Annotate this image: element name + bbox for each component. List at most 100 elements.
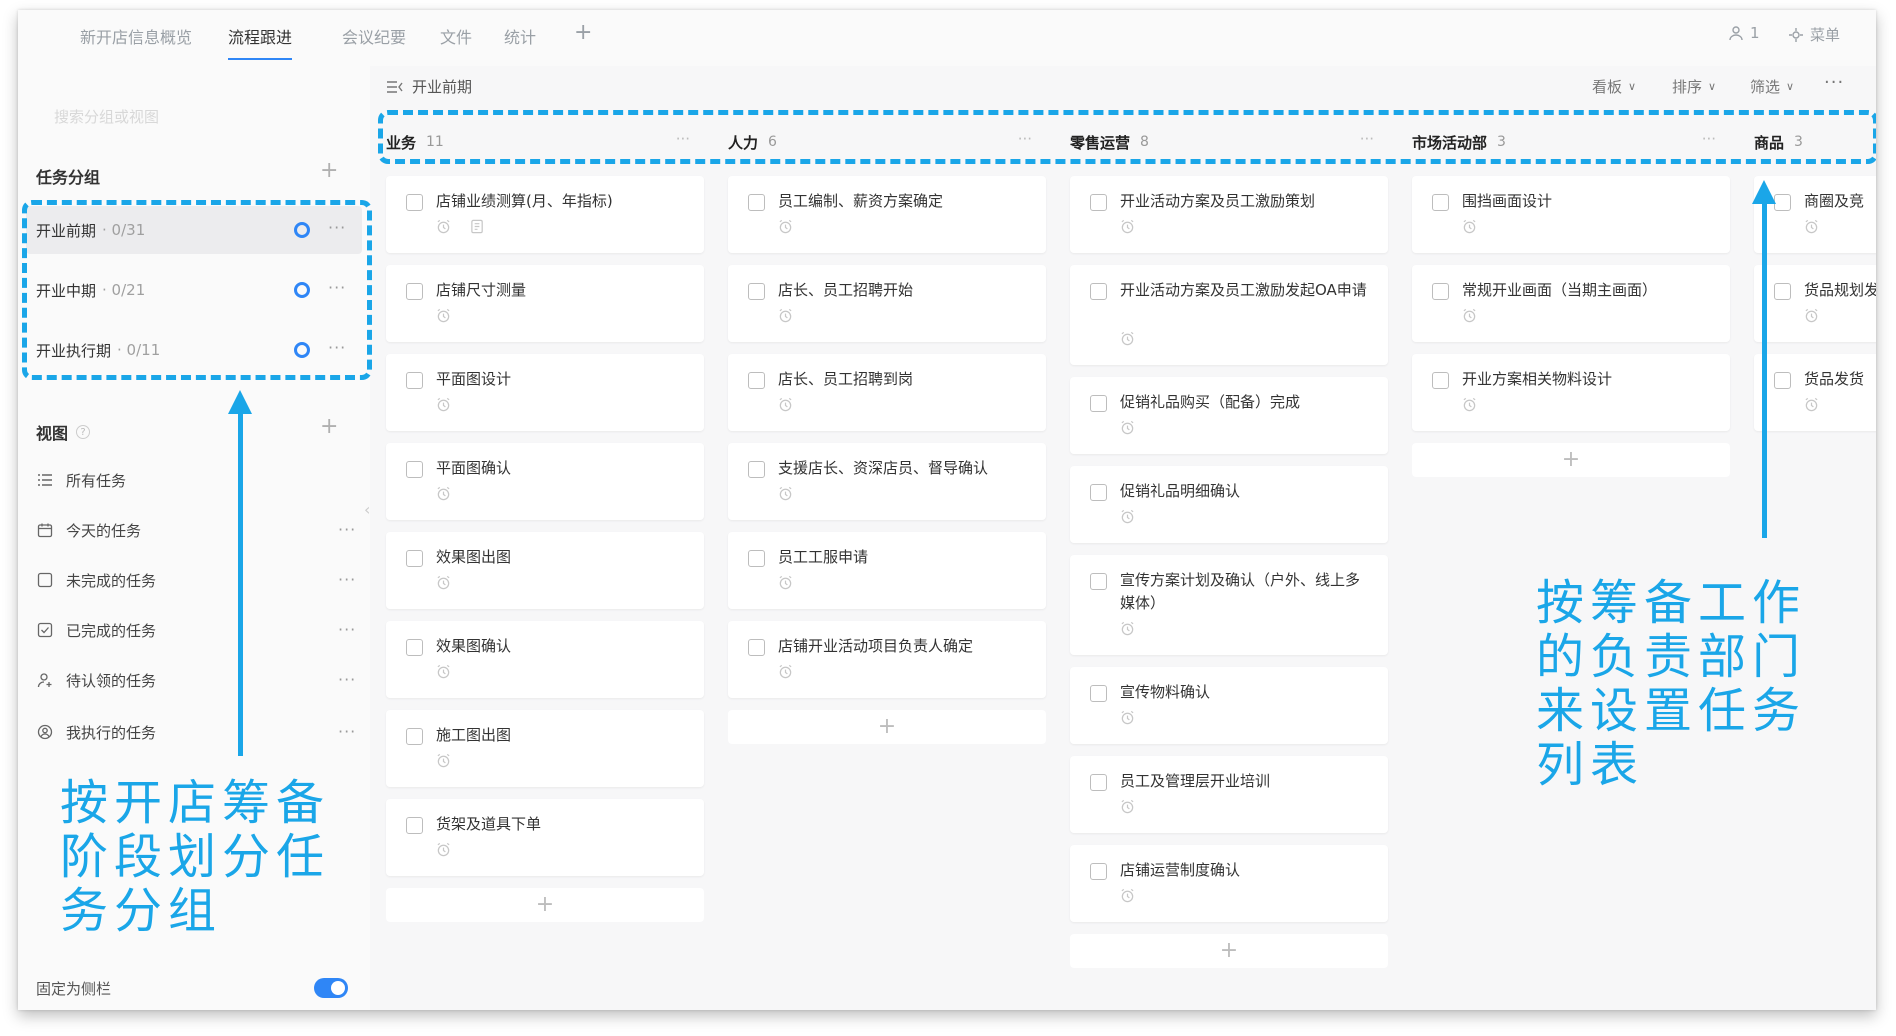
task-card[interactable]: 开业活动方案及员工激励发起OA申请 — [1070, 265, 1388, 365]
sidebar-toggle-icon[interactable] — [386, 80, 404, 94]
task-checkbox[interactable] — [748, 283, 765, 300]
task-checkbox[interactable] — [406, 817, 423, 834]
view-my-tasks[interactable]: 我执行的任务 ··· — [36, 712, 366, 752]
add-view-button[interactable]: + — [320, 414, 338, 439]
task-title: 宣传方案计划及确认（户外、线上多媒体） — [1120, 571, 1361, 612]
task-card[interactable]: 效果图确认 — [386, 621, 704, 698]
task-checkbox[interactable] — [406, 283, 423, 300]
view-all-tasks[interactable]: 所有任务 — [36, 460, 366, 500]
task-card[interactable]: 宣传物料确认 — [1070, 667, 1388, 744]
add-task-button[interactable]: + — [728, 710, 1046, 744]
tab-process[interactable]: 流程跟进 — [228, 24, 293, 60]
task-checkbox[interactable] — [1090, 685, 1107, 702]
add-group-button[interactable]: + — [320, 158, 338, 183]
task-card[interactable]: 员工工服申请 — [728, 532, 1046, 609]
task-checkbox[interactable] — [406, 550, 423, 567]
task-card[interactable]: 平面图确认 — [386, 443, 704, 520]
task-card[interactable]: 促销礼品明细确认 — [1070, 466, 1388, 543]
task-checkbox[interactable] — [748, 639, 765, 656]
more-options-icon[interactable]: ··· — [1824, 72, 1844, 93]
task-checkbox[interactable] — [1090, 283, 1107, 300]
task-checkbox[interactable] — [406, 639, 423, 656]
alarm-icon — [778, 664, 794, 680]
task-card[interactable]: 货品发货 — [1754, 354, 1876, 431]
task-checkbox[interactable] — [406, 728, 423, 745]
add-tab-button[interactable]: + — [574, 20, 592, 45]
task-checkbox[interactable] — [1090, 863, 1107, 880]
task-checkbox[interactable] — [1774, 372, 1791, 389]
task-card[interactable]: 货品规划发货时间 — [1754, 265, 1876, 342]
task-card[interactable]: 店铺开业活动项目负责人确定 — [728, 621, 1046, 698]
more-icon[interactable]: ··· — [338, 620, 356, 639]
view-label: 未完成的任务 — [66, 571, 157, 590]
task-checkbox[interactable] — [1432, 283, 1449, 300]
view-unclaimed-tasks[interactable]: 待认领的任务 ··· — [36, 660, 366, 700]
task-card[interactable]: 支援店长、资深店员、督导确认 — [728, 443, 1046, 520]
add-task-button[interactable]: + — [386, 888, 704, 922]
task-checkbox[interactable] — [748, 372, 765, 389]
pin-sidebar-toggle[interactable] — [314, 978, 348, 998]
task-card[interactable]: 效果图出图 — [386, 532, 704, 609]
task-checkbox[interactable] — [1090, 573, 1107, 590]
task-checkbox[interactable] — [1432, 372, 1449, 389]
task-card[interactable]: 货架及道具下单 — [386, 799, 704, 876]
tab-meeting[interactable]: 会议纪要 — [342, 24, 406, 48]
person-icon — [1729, 26, 1743, 41]
tab-stats[interactable]: 统计 — [504, 24, 536, 48]
alarm-icon — [1120, 331, 1136, 347]
more-icon[interactable]: ··· — [338, 570, 356, 589]
add-task-button[interactable]: + — [1070, 934, 1388, 968]
menu-button[interactable]: 菜单 — [1788, 24, 1840, 45]
task-card[interactable]: 围挡画面设计 — [1412, 176, 1730, 253]
task-card[interactable]: 开业方案相关物料设计 — [1412, 354, 1730, 431]
view-today-tasks[interactable]: 今天的任务 ··· — [36, 510, 366, 550]
task-checkbox[interactable] — [406, 194, 423, 211]
view-unfinished-tasks[interactable]: 未完成的任务 ··· — [36, 560, 366, 600]
task-checkbox[interactable] — [1090, 774, 1107, 791]
task-checkbox[interactable] — [1774, 194, 1791, 211]
add-task-button[interactable]: + — [1412, 443, 1730, 477]
filter-dropdown[interactable]: 筛选 ∨ — [1750, 76, 1794, 97]
task-checkbox[interactable] — [1432, 194, 1449, 211]
more-icon[interactable]: ··· — [338, 670, 356, 689]
top-bar: 新开店信息概览 流程跟进 会议纪要 文件 统计 + 1 菜单 — [18, 10, 1876, 66]
task-title: 货架及道具下单 — [436, 815, 542, 833]
task-card[interactable]: 平面图设计 — [386, 354, 704, 431]
task-card[interactable]: 店铺业绩测算(月、年指标) — [386, 176, 704, 253]
task-card[interactable]: 常规开业画面（当期主画面） — [1412, 265, 1730, 342]
task-card[interactable]: 开业活动方案及员工激励策划 — [1070, 176, 1388, 253]
task-card[interactable]: 店铺尺寸测量 — [386, 265, 704, 342]
chevron-down-icon: ∨ — [1786, 80, 1795, 93]
tab-files[interactable]: 文件 — [440, 24, 472, 48]
collapse-sidebar-icon[interactable]: ‹ — [364, 500, 370, 519]
task-card[interactable]: 店长、员工招聘到岗 — [728, 354, 1046, 431]
task-checkbox[interactable] — [1090, 484, 1107, 501]
view-label: 我执行的任务 — [66, 723, 157, 742]
task-checkbox[interactable] — [1090, 194, 1107, 211]
task-card[interactable]: 员工及管理层开业培训 — [1070, 756, 1388, 833]
task-checkbox[interactable] — [748, 194, 765, 211]
groups-title: 任务分组 — [36, 168, 101, 187]
task-card[interactable]: 宣传方案计划及确认（户外、线上多媒体） — [1070, 555, 1388, 655]
task-checkbox[interactable] — [406, 372, 423, 389]
task-card[interactable]: 店长、员工招聘开始 — [728, 265, 1046, 342]
more-icon[interactable]: ··· — [338, 722, 356, 741]
task-checkbox[interactable] — [748, 550, 765, 567]
task-checkbox[interactable] — [406, 461, 423, 478]
tab-overview[interactable]: 新开店信息概览 — [80, 24, 192, 48]
view-finished-tasks[interactable]: 已完成的任务 ··· — [36, 610, 366, 650]
view-mode-dropdown[interactable]: 看板 ∨ — [1592, 76, 1636, 97]
more-icon[interactable]: ··· — [338, 520, 356, 539]
task-checkbox[interactable] — [748, 461, 765, 478]
task-card[interactable]: 员工编制、薪资方案确定 — [728, 176, 1046, 253]
task-title: 店长、员工招聘到岗 — [778, 370, 914, 388]
task-checkbox[interactable] — [1774, 283, 1791, 300]
help-icon[interactable]: ? — [76, 425, 91, 439]
sort-dropdown[interactable]: 排序 ∨ — [1672, 76, 1716, 97]
task-card[interactable]: 店铺运营制度确认 — [1070, 845, 1388, 922]
members-button[interactable]: 1 — [1728, 24, 1760, 42]
task-card[interactable]: 促销礼品购买（配备）完成 — [1070, 377, 1388, 454]
search-input[interactable]: 搜索分组或视图 — [54, 106, 159, 127]
task-checkbox[interactable] — [1090, 395, 1107, 412]
task-card[interactable]: 施工图出图 — [386, 710, 704, 787]
